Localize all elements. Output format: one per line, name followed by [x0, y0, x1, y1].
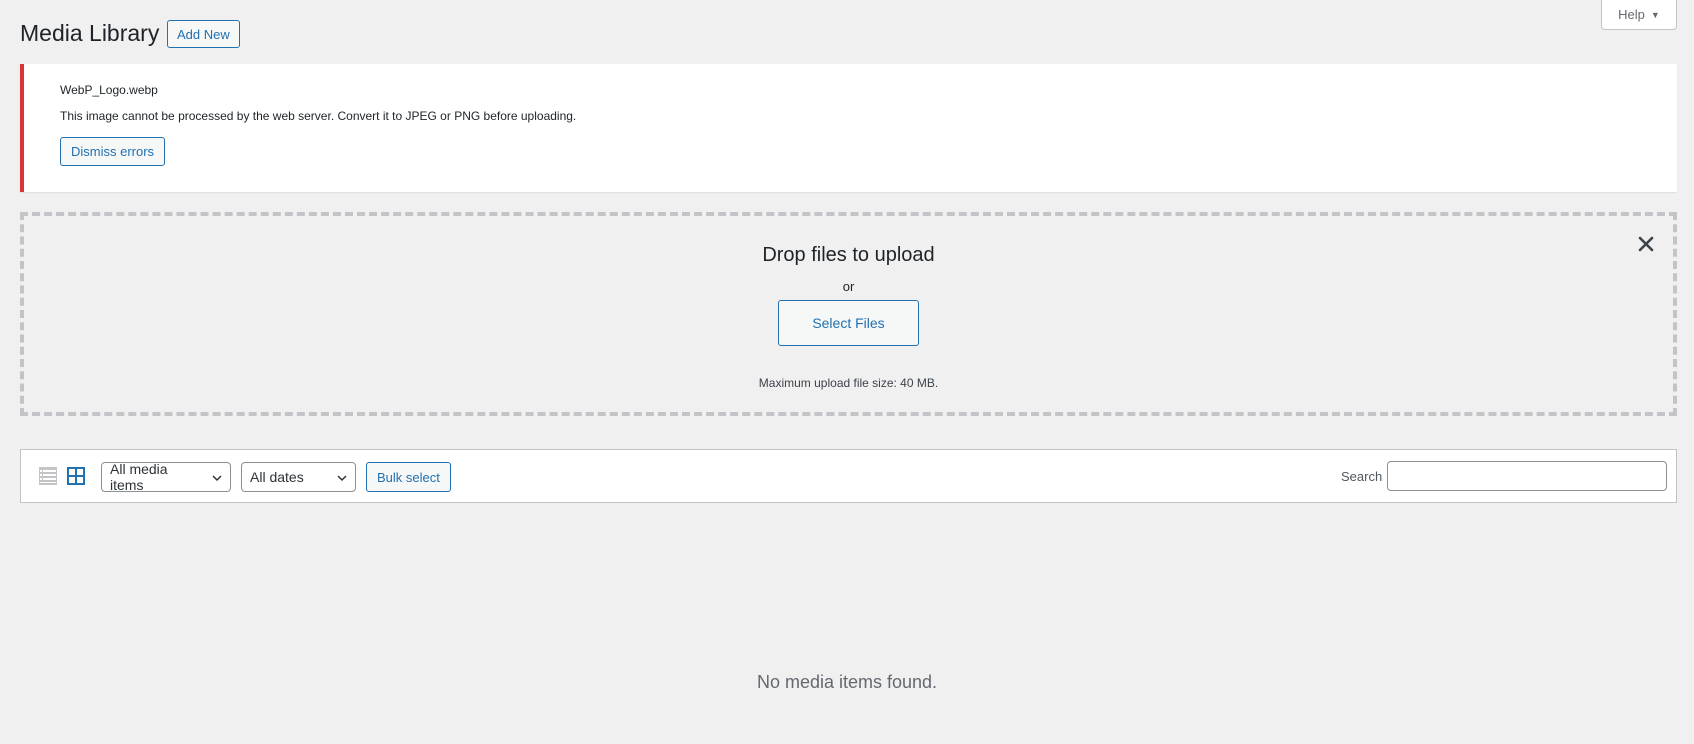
max-upload-size: Maximum upload file size: 40 MB. [758, 376, 939, 390]
dismiss-errors-button[interactable]: Dismiss errors [60, 137, 166, 166]
date-selected: All dates [250, 469, 304, 485]
page-title: Media Library [20, 20, 160, 46]
or-text: or [842, 279, 855, 294]
caret-down-icon: ▼ [1650, 9, 1660, 20]
search-label: Search [1341, 469, 1383, 484]
error-filename: WebP_Logo.webp [60, 83, 158, 97]
list-view-icon[interactable] [39, 467, 57, 485]
media-type-filter[interactable]: All media items [101, 461, 231, 493]
chevron-down-icon [212, 475, 222, 482]
help-tab-button[interactable]: Help ▼ [1601, 0, 1677, 30]
drop-files-title: Drop files to upload [762, 244, 935, 266]
chevron-down-icon [337, 475, 347, 482]
date-filter[interactable]: All dates [241, 462, 356, 492]
bulk-select-button[interactable]: Bulk select [366, 462, 451, 492]
media-toolbar: All media items All dates Bulk select Se… [20, 449, 1677, 503]
error-message: This image cannot be processed by the we… [60, 109, 577, 123]
empty-state-message: No media items found. [756, 672, 938, 692]
upload-dropzone[interactable]: Drop files to upload or Select Files Max… [20, 212, 1677, 416]
upload-error-notice: WebP_Logo.webp This image cannot be proc… [20, 64, 1677, 192]
search-input[interactable] [1387, 461, 1667, 491]
media-type-selected: All media items [110, 461, 168, 493]
select-files-button[interactable]: Select Files [778, 300, 919, 346]
add-new-button[interactable]: Add New [167, 20, 240, 48]
grid-view-icon[interactable] [67, 467, 85, 485]
help-label: Help [1618, 7, 1645, 22]
